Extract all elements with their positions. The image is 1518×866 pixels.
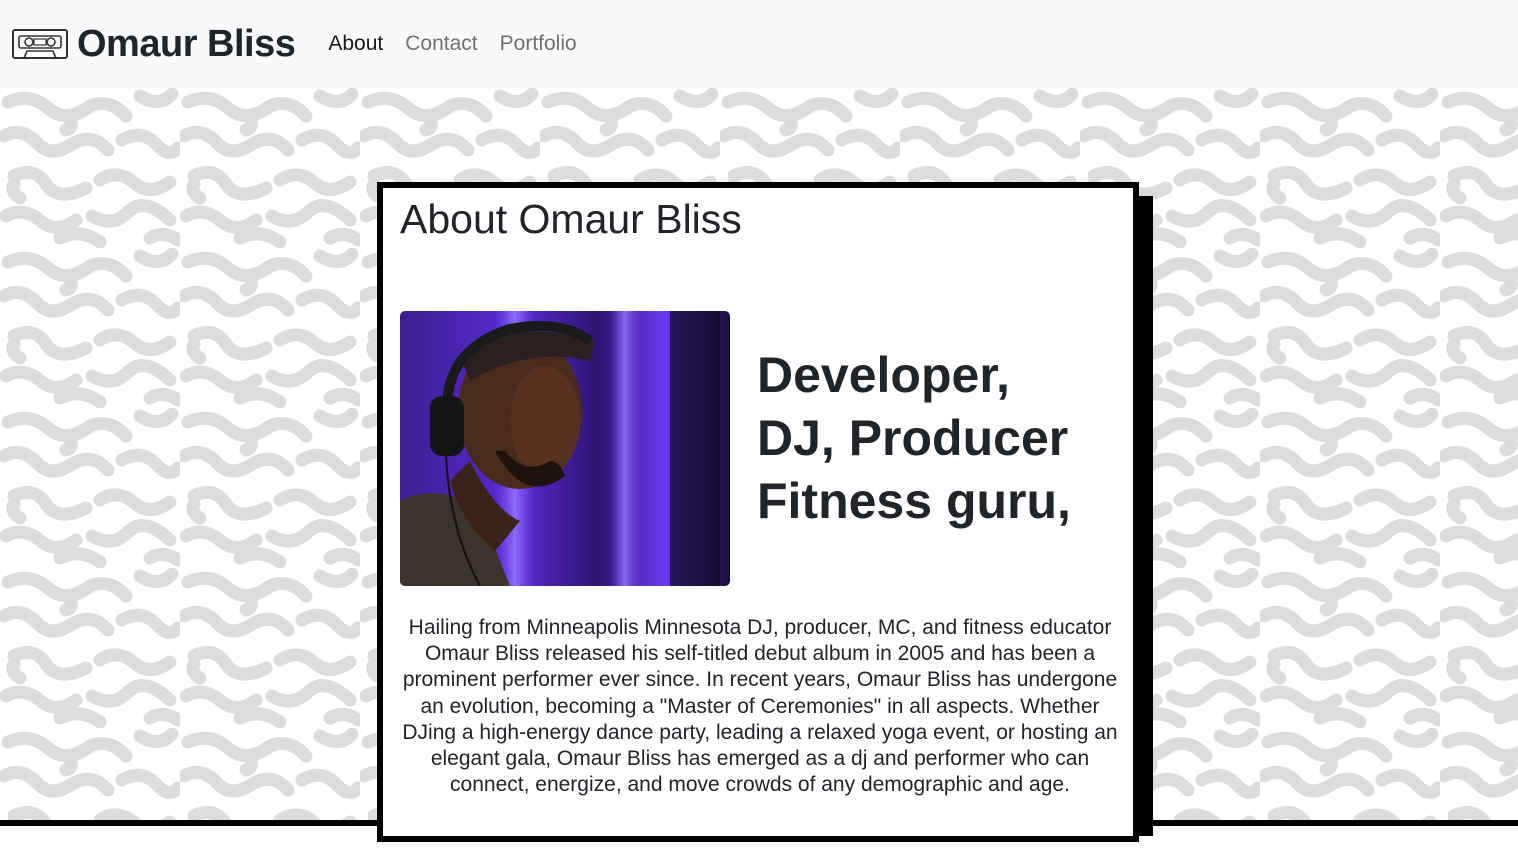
nav-link-contact[interactable]: Contact [405,32,477,56]
brand-name: Omaur Bliss [77,22,296,65]
tagline-line: Fitness guru, [757,473,1071,529]
tagline: Developer, DJ, Producer Fitness guru, [757,344,1127,533]
dj-portrait-image [400,311,730,586]
nav-links: About Contact Portfolio [328,32,598,56]
bio-paragraph: Hailing from Minneapolis Minnesota DJ, p… [402,616,1118,797]
nav-link-portfolio[interactable]: Portfolio [500,32,577,56]
about-card: About Omaur Bliss Developer, DJ, Produce… [377,182,1139,842]
top-navbar: Omaur Bliss About Contact Portfolio [0,0,1518,88]
nav-link-about[interactable]: About [328,32,383,56]
about-title: About Omaur Bliss [400,196,742,242]
brand-link[interactable]: Omaur Bliss [12,22,296,66]
tagline-line: DJ, Producer [757,410,1069,466]
tagline-line: Developer, [757,347,1010,403]
cassette-tape-icon [12,29,68,59]
